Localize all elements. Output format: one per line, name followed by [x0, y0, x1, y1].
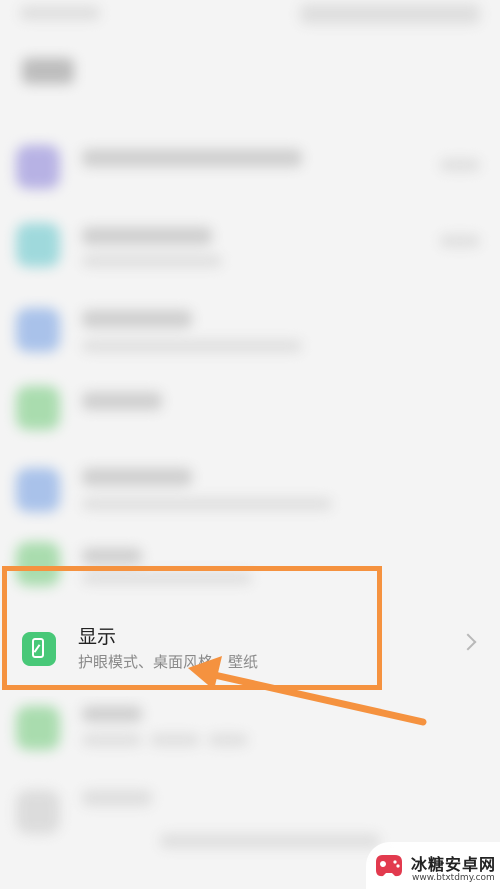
pointer-arrow — [188, 656, 427, 726]
watermark-url: www.btxtdmy.com — [412, 873, 495, 883]
game-controller-logo — [376, 855, 402, 877]
settings-screen: 显示 护眼模式、桌面风格、壁纸 冰糖安卓网 www.btxtdmy.com — [0, 0, 500, 889]
watermark-title: 冰糖安卓网 — [411, 855, 497, 874]
